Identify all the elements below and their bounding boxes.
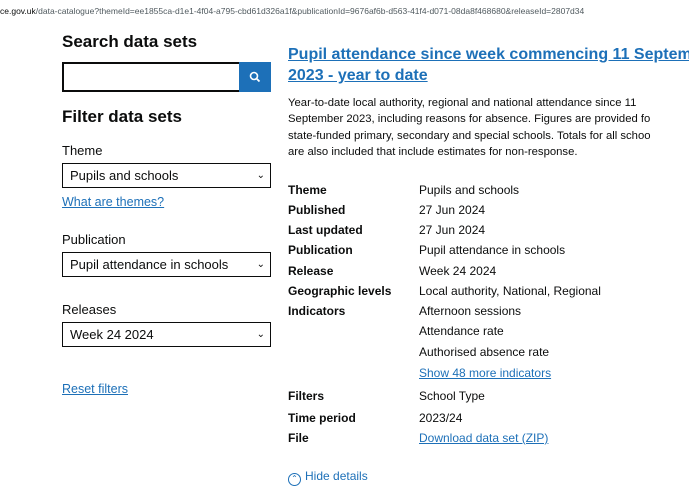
detail-value: Local authority, National, Regional: [419, 284, 601, 298]
search-icon: [249, 71, 261, 83]
title-line-1: Pupil attendance since week commencing 1…: [288, 46, 689, 63]
theme-select-value: Pupils and schools: [70, 168, 179, 183]
detail-key: Time period: [288, 411, 356, 425]
detail-row-file: File Download data set (ZIP): [288, 428, 689, 448]
hide-details-label: Hide details: [305, 469, 368, 483]
what-are-themes-link[interactable]: What are themes?: [62, 194, 164, 210]
detail-value: 2023/24: [419, 411, 463, 425]
detail-value: Pupil attendance in schools: [419, 243, 566, 257]
indicator-row: Attendance rate: [288, 321, 689, 341]
indicator-item: Afternoon sessions: [419, 304, 522, 318]
detail-key: Filters: [288, 389, 325, 403]
detail-row-theme: Theme Pupils and schools: [288, 180, 689, 200]
detail-value: Pupils and schools: [419, 183, 520, 197]
search-box: [62, 62, 271, 92]
description-line: state-funded primary, secondary and spec…: [288, 129, 651, 142]
data-set-description: Year-to-date local authority, regional a…: [288, 95, 689, 160]
description-line: September 2023, including reasons for ab…: [288, 113, 651, 126]
search-input[interactable]: [64, 64, 250, 90]
detail-key: Geographic levels: [288, 284, 392, 298]
detail-key: Published: [288, 203, 346, 217]
url-domain: ce.gov.uk: [0, 6, 36, 16]
detail-row-last-updated: Last updated 27 Jun 2024: [288, 220, 689, 240]
releases-select[interactable]: Week 24 2024 ⌄: [62, 322, 271, 347]
data-set-title[interactable]: Pupil attendance since week commencing 1…: [288, 44, 689, 86]
detail-value: School Type: [419, 389, 485, 403]
detail-key: Indicators: [288, 304, 346, 318]
detail-key: Release: [288, 264, 334, 278]
show-more-indicators-link[interactable]: Show 48 more indicators: [419, 363, 551, 383]
detail-row-time-period: Time period 2023/24: [288, 408, 689, 428]
reset-filters-link[interactable]: Reset filters: [62, 381, 128, 397]
publication-select-value: Pupil attendance in schools: [70, 257, 229, 272]
detail-row-release: Release Week 24 2024: [288, 261, 689, 281]
description-line: Year-to-date local authority, regional a…: [288, 97, 637, 109]
detail-row-geographic-levels: Geographic levels Local authority, Natio…: [288, 281, 689, 301]
detail-row-published: Published 27 Jun 2024: [288, 200, 689, 220]
chevron-up-circle-icon: ⌃: [288, 473, 301, 486]
releases-select-value: Week 24 2024: [70, 327, 154, 342]
theme-select[interactable]: Pupils and schools ⌄: [62, 163, 271, 188]
url-path: /data-catalogue?themeId=ee1855ca-d1e1-4f…: [35, 6, 585, 16]
detail-key: Publication: [288, 243, 353, 257]
chevron-down-icon: ⌄: [256, 170, 265, 181]
search-button[interactable]: [239, 62, 271, 92]
data-set-details: Pupil attendance since week commencing 1…: [288, 44, 689, 445]
theme-label: Theme: [62, 143, 103, 158]
detail-value: 27 Jun 2024: [419, 223, 486, 237]
detail-value: Week 24 2024: [419, 264, 497, 278]
indicator-row: Show 48 more indicators: [288, 363, 689, 383]
title-line-2: 2023 - year to date: [288, 67, 428, 84]
filter-heading: Filter data sets: [62, 107, 182, 126]
description-line: are also included that include estimates…: [288, 145, 578, 158]
download-zip-link[interactable]: Download data set (ZIP): [419, 428, 548, 448]
indicator-item: Authorised absence rate: [419, 345, 550, 359]
chevron-down-icon: ⌄: [256, 259, 265, 270]
detail-value: 27 Jun 2024: [419, 203, 486, 217]
detail-key: File: [288, 431, 309, 445]
detail-row-filters: Filters School Type: [288, 386, 689, 406]
detail-key: Theme: [288, 183, 327, 197]
hide-details-toggle[interactable]: ⌃ Hide details: [288, 468, 368, 486]
publication-select[interactable]: Pupil attendance in schools ⌄: [62, 252, 271, 277]
publication-label: Publication: [62, 232, 126, 247]
detail-row-publication: Publication Pupil attendance in schools: [288, 240, 689, 260]
releases-label: Releases: [62, 302, 117, 317]
detail-row-indicators: Indicators Afternoon sessions: [288, 301, 689, 321]
chevron-down-icon: ⌄: [256, 329, 265, 340]
search-heading: Search data sets: [62, 32, 198, 51]
indicator-row: Authorised absence rate: [288, 342, 689, 362]
indicator-item: Attendance rate: [419, 324, 504, 338]
address-bar[interactable]: ce.gov.uk/data-catalogue?themeId=ee1855c…: [0, 0, 689, 22]
detail-key: Last updated: [288, 223, 363, 237]
